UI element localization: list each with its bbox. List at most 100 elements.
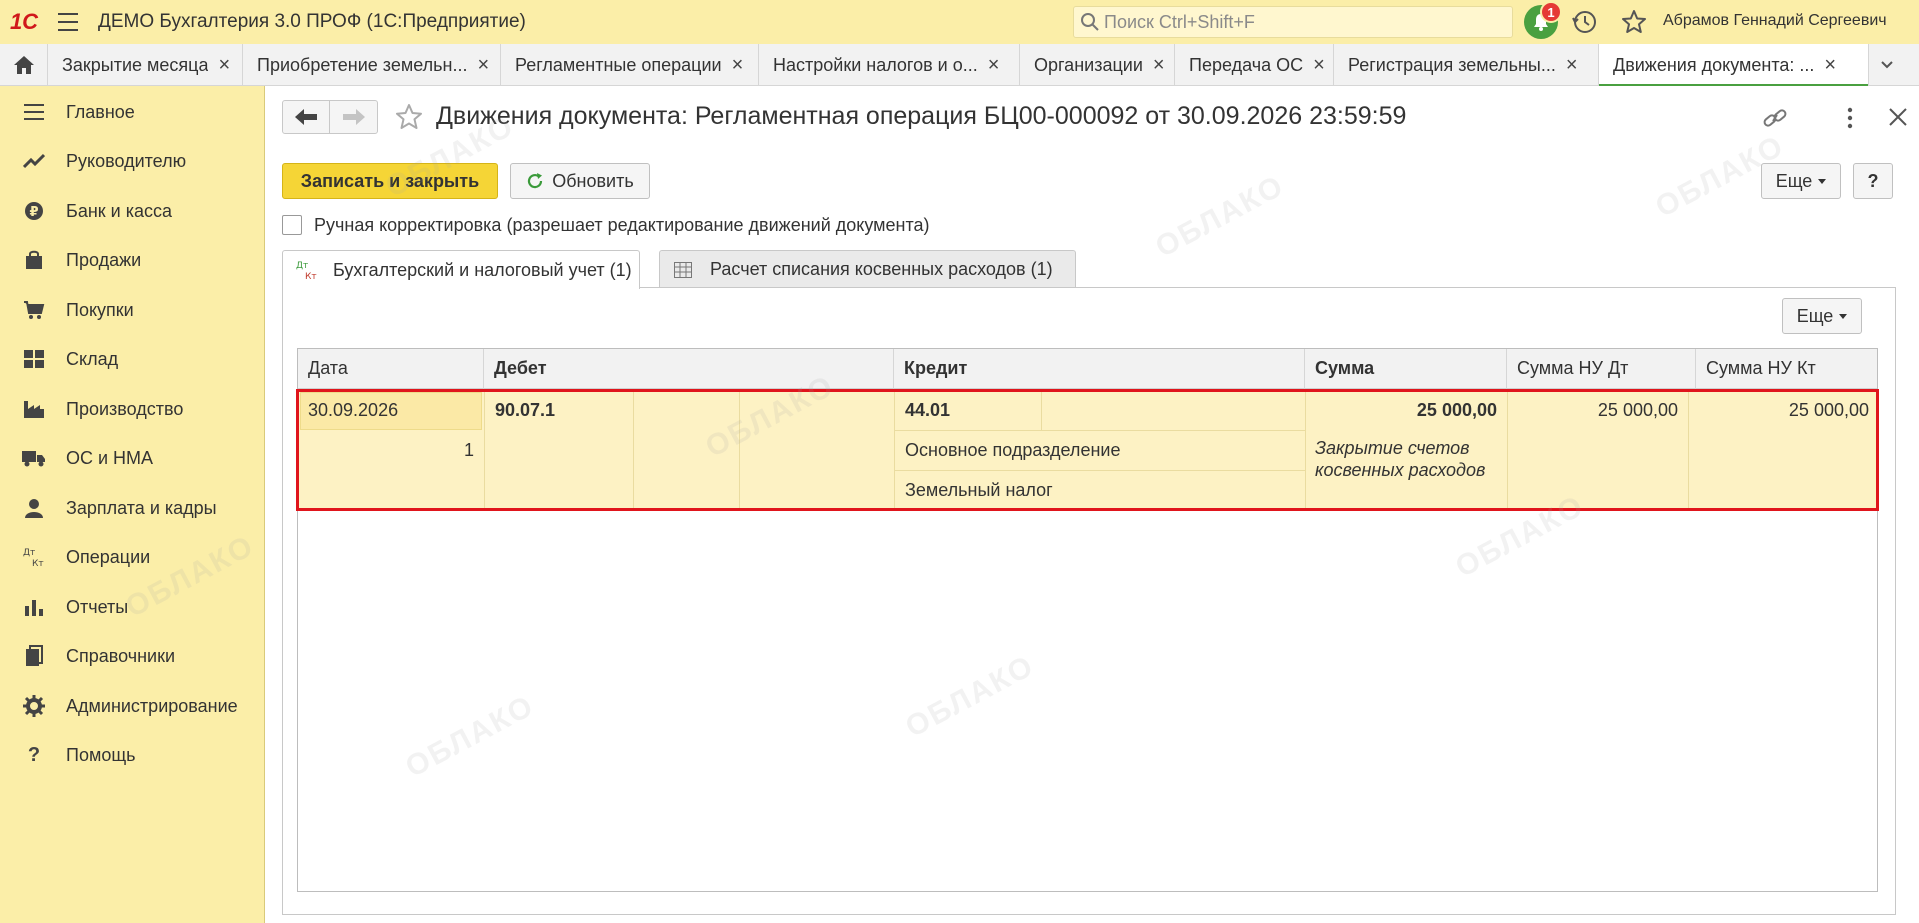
tab-label: Регламентные операции — [515, 54, 722, 75]
sidebar-item-label: Покупки — [66, 299, 134, 320]
arrow-right-icon — [342, 109, 365, 125]
svg-text:Дт: Дт — [296, 261, 308, 271]
close-icon[interactable]: × — [1824, 54, 1836, 77]
trend-icon — [22, 149, 46, 173]
close-icon[interactable]: × — [477, 54, 489, 77]
sidebar-item-label: Производство — [66, 398, 184, 419]
sidebar-item-sales[interactable]: Продажи — [0, 240, 265, 280]
sidebar-item-main[interactable]: Главное — [0, 92, 265, 132]
cell-credit-account[interactable]: 44.01 — [905, 400, 950, 421]
sidebar-item-label: Зарплата и кадры — [66, 497, 217, 518]
back-button[interactable] — [283, 101, 331, 133]
cell-date[interactable]: 30.09.2026 — [308, 400, 398, 421]
sidebar-item-administration[interactable]: Администрирование — [0, 686, 265, 726]
open-windows-bar: Закрытие месяца × Приобретение земельн...… — [0, 44, 1919, 87]
close-icon[interactable]: × — [218, 54, 230, 77]
svg-text:Кт: Кт — [32, 559, 44, 568]
close-icon[interactable]: × — [988, 54, 1000, 77]
app-logo[interactable]: 1С — [0, 0, 48, 44]
sidebar-item-warehouse[interactable]: Склад — [0, 339, 265, 379]
column-header-nu-kt[interactable]: Сумма НУ Кт — [1696, 349, 1877, 389]
refresh-button[interactable]: Обновить — [510, 163, 650, 199]
tab-fixed-asset-transfer[interactable]: Передача ОС × — [1175, 44, 1334, 86]
grid-more-button[interactable]: Еще — [1782, 298, 1862, 334]
truck-icon — [22, 446, 46, 470]
close-icon[interactable]: × — [1566, 54, 1578, 77]
tab-label: Настройки налогов и о... — [773, 54, 978, 75]
sidebar-item-fixed-assets[interactable]: ОС и НМА — [0, 438, 265, 478]
cell-content[interactable]: Закрытие счетов косвенных расходов — [1315, 437, 1495, 481]
manual-correction-checkbox[interactable] — [282, 215, 302, 235]
column-header-amount[interactable]: Сумма — [1305, 349, 1507, 389]
cell-credit-subconto-2[interactable]: Земельный налог — [905, 480, 1053, 501]
tab-indirect-costs[interactable]: Расчет списания косвенных расходов (1) — [659, 250, 1076, 288]
add-to-favorites-star-icon[interactable] — [394, 102, 424, 132]
sidebar-item-directories[interactable]: Справочники — [0, 636, 265, 676]
page-title: Движения документа: Регламентная операци… — [436, 102, 1407, 130]
sidebar-item-reports[interactable]: Отчеты — [0, 587, 265, 627]
tab-routine-operations[interactable]: Регламентные операции × — [501, 44, 759, 86]
cell-nu-kt[interactable]: 25 000,00 — [1688, 400, 1869, 421]
favorites-star-icon[interactable] — [1620, 8, 1648, 36]
cell-amount[interactable]: 25 000,00 — [1305, 400, 1497, 421]
current-user[interactable]: Абрамов Геннадий Сергеевич — [1663, 12, 1887, 30]
tab-tax-settings[interactable]: Настройки налогов и о... × — [759, 44, 1020, 86]
tab-month-closing[interactable]: Закрытие месяца × — [48, 44, 243, 86]
cell-nu-dt[interactable]: 25 000,00 — [1507, 400, 1678, 421]
sidebar-item-operations[interactable]: Дт Кт Операции — [0, 537, 265, 577]
movements-table[interactable]: Дата Дебет Кредит Сумма Сумма НУ Дт Сумм… — [296, 348, 1879, 892]
tab-document-movements[interactable]: Движения документа: ... × — [1599, 44, 1869, 87]
warehouse-icon — [22, 347, 46, 371]
close-icon[interactable]: × — [732, 54, 744, 77]
tab-organizations[interactable]: Организации × — [1020, 44, 1175, 86]
column-header-credit[interactable]: Кредит — [894, 349, 1305, 389]
tab-label: Передача ОС — [1189, 54, 1304, 75]
tab-label: Движения документа: ... — [1613, 54, 1815, 75]
save-and-close-button[interactable]: Записать и закрыть — [282, 163, 498, 199]
svg-text:Кт: Кт — [305, 272, 317, 281]
manual-correction-row: Ручная корректировка (разрешает редактир… — [282, 212, 930, 238]
forward-button[interactable] — [330, 101, 377, 133]
tab-accounting-tax[interactable]: Дт Кт Бухгалтерский и налоговый учет (1) — [282, 250, 640, 289]
column-header-nu-dt[interactable]: Сумма НУ Дт — [1507, 349, 1696, 389]
sidebar-item-help[interactable]: ? Помощь — [0, 735, 265, 775]
question-icon: ? — [27, 743, 41, 766]
help-button[interactable]: ? — [1853, 163, 1893, 199]
global-search[interactable] — [1073, 6, 1513, 38]
search-input[interactable] — [1104, 11, 1504, 33]
svg-text:₽: ₽ — [29, 205, 38, 220]
column-header-date[interactable]: Дата — [298, 349, 484, 389]
link-icon[interactable] — [1762, 106, 1788, 130]
document-movements-form: Движения документа: Регламентная операци… — [266, 86, 1919, 923]
home-tab[interactable] — [0, 44, 48, 86]
tab-label: Регистрация земельны... — [1348, 54, 1556, 75]
cell-line-number[interactable]: 1 — [308, 440, 474, 461]
form-more-button[interactable]: Еще — [1761, 163, 1841, 199]
tab-label: Расчет списания косвенных расходов (1) — [710, 259, 1053, 279]
close-icon[interactable]: × — [1153, 54, 1165, 77]
sidebar-item-production[interactable]: Производство — [0, 389, 265, 429]
bar-chart-icon — [22, 595, 46, 619]
sidebar-item-label: Главное — [66, 101, 135, 122]
tab-land-acquisition[interactable]: Приобретение земельн... × — [243, 44, 501, 86]
history-icon[interactable] — [1572, 9, 1598, 35]
coin-icon: ₽ — [22, 199, 46, 223]
close-form-icon[interactable] — [1886, 104, 1910, 130]
sidebar-item-manager[interactable]: Руководителю — [0, 141, 265, 181]
cell-divider — [894, 470, 1305, 471]
app-title: ДЕМО Бухгалтерия 3.0 ПРОФ (1С:Предприяти… — [98, 11, 526, 32]
more-vertical-icon[interactable] — [1844, 104, 1856, 132]
tab-land-registration[interactable]: Регистрация земельны... × — [1334, 44, 1599, 86]
menu-icon — [22, 100, 46, 124]
close-icon[interactable]: × — [1313, 54, 1325, 77]
cell-debit-account[interactable]: 90.07.1 — [495, 400, 555, 421]
sidebar-item-bank[interactable]: ₽ Банк и касса — [0, 191, 265, 231]
tabs-overflow-button[interactable] — [1869, 44, 1905, 86]
manual-correction-label[interactable]: Ручная корректировка (разрешает редактир… — [314, 215, 930, 236]
cell-credit-subconto-1[interactable]: Основное подразделение — [905, 440, 1120, 461]
sidebar-item-payroll[interactable]: Зарплата и кадры — [0, 488, 265, 528]
gear-icon — [22, 694, 46, 718]
column-header-debit[interactable]: Дебет — [484, 349, 894, 389]
sidebar-item-purchases[interactable]: Покупки — [0, 290, 265, 330]
main-menu-button[interactable] — [48, 0, 88, 44]
